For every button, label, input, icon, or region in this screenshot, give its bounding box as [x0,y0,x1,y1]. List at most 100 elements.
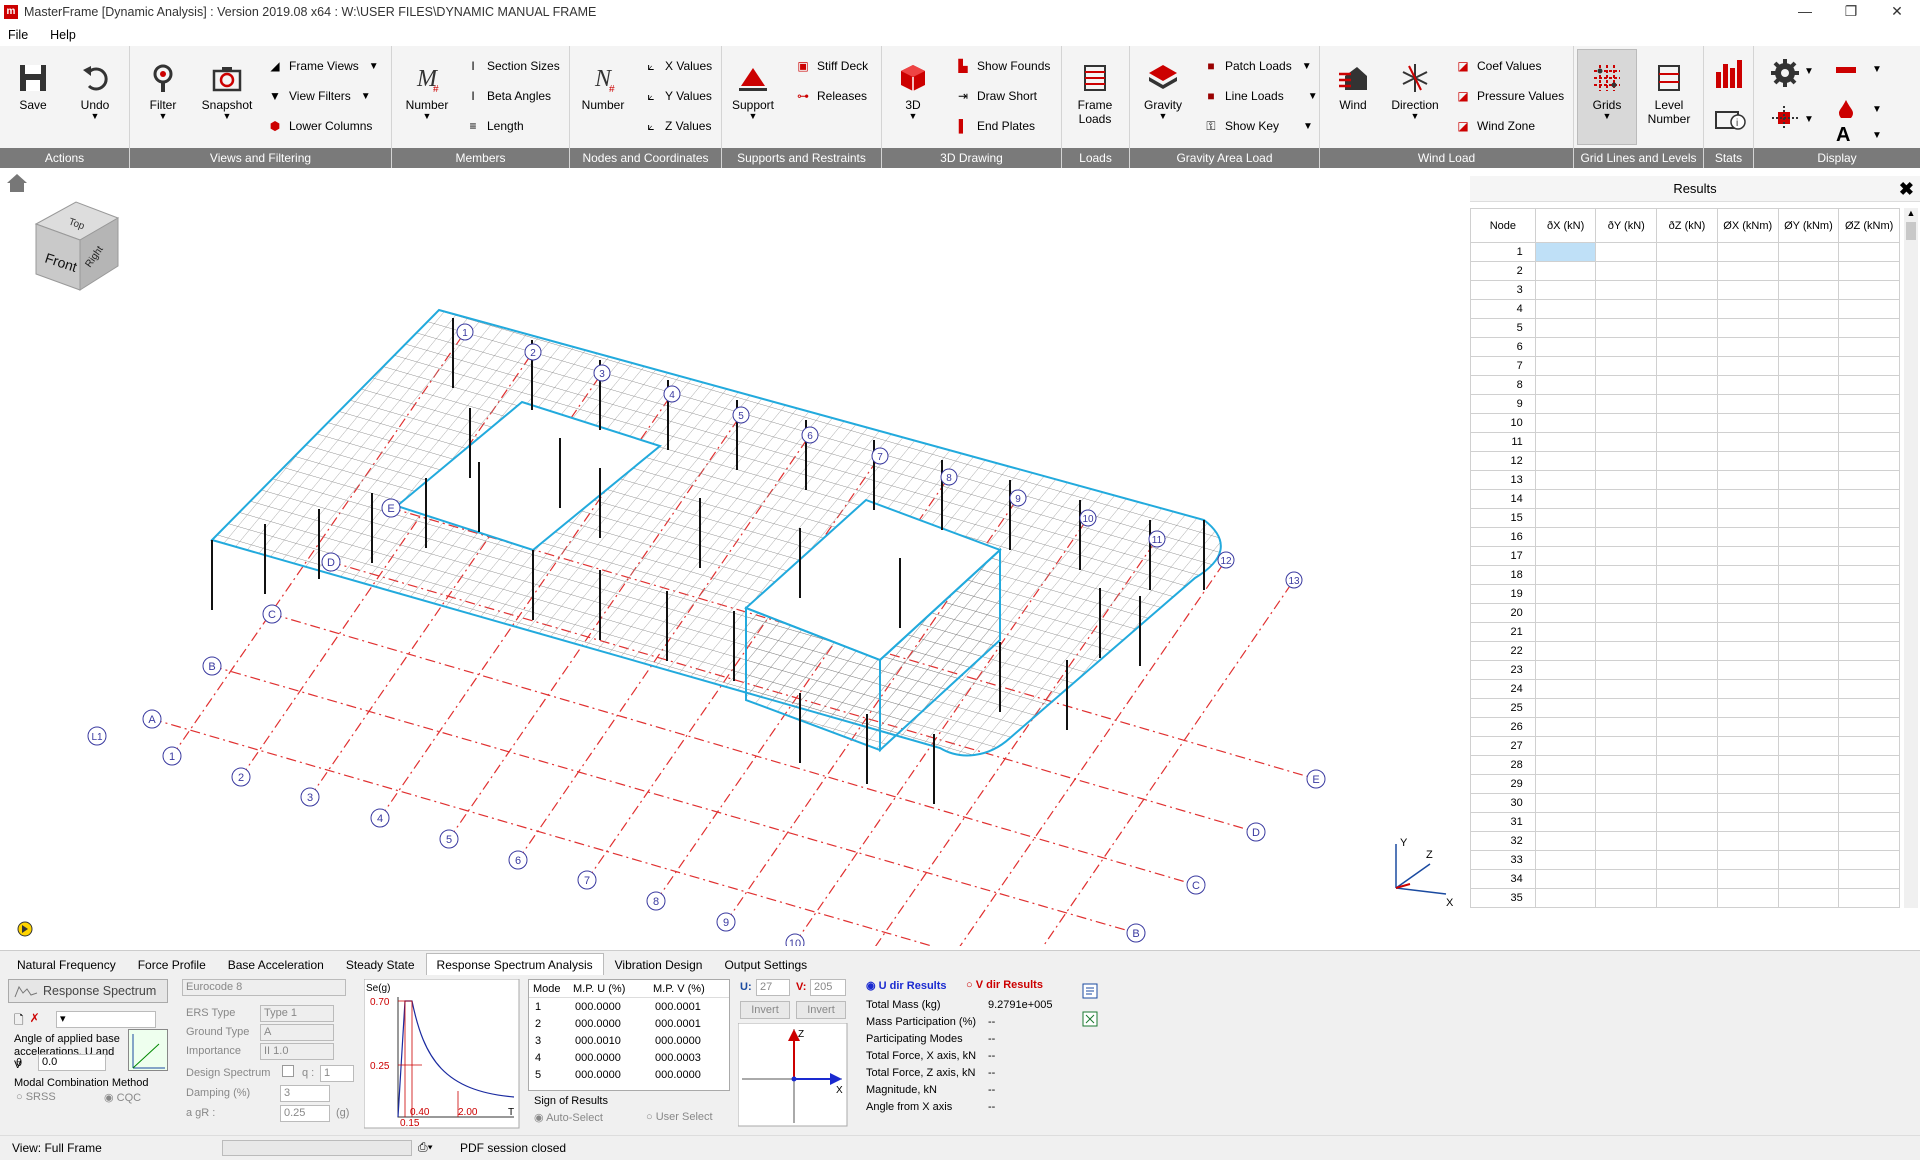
result-cell[interactable] [1595,641,1658,661]
node-id-cell[interactable]: 21 [1470,622,1536,642]
result-cell[interactable] [1838,261,1900,281]
result-cell[interactable] [1777,869,1840,889]
level-number-button[interactable]: Level Number [1640,58,1698,126]
result-cell[interactable] [1595,603,1658,623]
result-cell[interactable] [1838,470,1900,490]
result-cell[interactable] [1838,603,1900,623]
result-cell[interactable] [1595,622,1658,642]
grid-bubble-C-left[interactable]: C [262,604,282,624]
table-row[interactable]: 3 [1470,280,1900,300]
undo-button[interactable]: Undo ▼ [66,58,124,121]
result-cell[interactable] [1534,432,1597,452]
result-cell[interactable] [1656,508,1718,528]
design-spectrum-checkbox[interactable] [282,1065,294,1077]
results-col-header[interactable]: ðZ (kN) [1656,208,1718,243]
result-cell[interactable] [1838,812,1900,832]
result-cell[interactable] [1716,850,1779,870]
grid-bubble-5[interactable]: 5 [439,829,459,849]
result-cell[interactable] [1777,337,1840,357]
result-cell[interactable] [1777,793,1840,813]
result-cell[interactable] [1838,318,1900,338]
result-cell[interactable] [1838,242,1900,262]
result-cell[interactable] [1534,622,1597,642]
table-row[interactable]: 8 [1470,375,1900,395]
table-row[interactable]: 1 000.0000 000.0001 [529,998,729,1015]
node-id-cell[interactable]: 20 [1470,603,1536,623]
grid-bubble-top-1[interactable]: 1 [456,323,474,341]
menu-help[interactable]: Help [50,28,76,42]
result-cell[interactable] [1838,641,1900,661]
node-id-cell[interactable]: 34 [1470,869,1536,889]
result-cell[interactable] [1716,432,1779,452]
grid-bubble-top-11[interactable]: 11 [1148,530,1166,548]
result-cell[interactable] [1777,812,1840,832]
result-cell[interactable] [1656,736,1718,756]
show-key-button[interactable]: ⚿ Show Key ▼ [1202,116,1313,136]
result-cell[interactable] [1838,793,1900,813]
table-row[interactable]: 31 [1470,812,1900,832]
result-cell[interactable] [1656,888,1718,908]
result-cell[interactable] [1534,698,1597,718]
result-cell[interactable] [1656,470,1718,490]
grid-bubble-top-13[interactable]: 13 [1285,571,1303,589]
result-cell[interactable] [1595,261,1658,281]
result-cell[interactable] [1838,831,1900,851]
result-cell[interactable] [1534,679,1597,699]
result-cell[interactable] [1595,489,1658,509]
node-id-cell[interactable]: 2 [1470,261,1536,281]
result-cell[interactable] [1716,584,1779,604]
table-row[interactable]: 16 [1470,527,1900,547]
beta-angles-button[interactable]: I Beta Angles [464,86,551,106]
result-cell[interactable] [1777,489,1840,509]
result-cell[interactable] [1534,755,1597,775]
result-cell[interactable] [1595,831,1658,851]
result-cell[interactable] [1595,318,1658,338]
node-id-cell[interactable]: 12 [1470,451,1536,471]
table-row[interactable]: 34 [1470,869,1900,889]
settings-gear-icon[interactable] [1770,58,1800,91]
line-loads-button[interactable]: ■ Line Loads ▼ [1202,86,1317,106]
result-cell[interactable] [1595,280,1658,300]
result-cell[interactable] [1716,736,1779,756]
importance-select[interactable]: II 1.0 [260,1043,334,1060]
view-filters-button[interactable]: ▼ View Filters ▼ [266,86,371,106]
node-id-cell[interactable]: 13 [1470,470,1536,490]
result-cell[interactable] [1716,565,1779,585]
menu-file[interactable]: File [8,28,28,42]
table-row[interactable]: 3 000.0010 000.0000 [529,1032,729,1049]
spectrum-select[interactable]: ▾ [56,1011,156,1028]
result-cell[interactable] [1656,489,1718,509]
grid-bubble-C-right[interactable]: C [1186,875,1206,895]
result-cell[interactable] [1838,527,1900,547]
result-cell[interactable] [1595,299,1658,319]
pressure-values-button[interactable]: ◪ Pressure Values [1454,86,1564,106]
result-cell[interactable] [1838,622,1900,642]
result-cell[interactable] [1838,584,1900,604]
result-cell[interactable] [1716,888,1779,908]
result-cell[interactable] [1656,356,1718,376]
result-cell[interactable] [1716,508,1779,528]
tab-natural-frequency[interactable]: Natural Frequency [6,953,127,975]
node-id-cell[interactable]: 19 [1470,584,1536,604]
result-cell[interactable] [1595,812,1658,832]
result-cell[interactable] [1595,869,1658,889]
result-cell[interactable] [1716,641,1779,661]
close-icon[interactable]: ✖ [1899,176,1914,202]
node-id-cell[interactable]: 25 [1470,698,1536,718]
tab-steady-state[interactable]: Steady State [335,953,426,975]
result-cell[interactable] [1777,546,1840,566]
3d-button[interactable]: 3D ▼ [884,58,942,121]
result-cell[interactable] [1595,755,1658,775]
result-cell[interactable] [1534,489,1597,509]
frame-views-button[interactable]: ◢ Frame Views ▼ [266,56,378,76]
grid-bubble-B-right[interactable]: B [1126,923,1146,943]
result-cell[interactable] [1716,337,1779,357]
grid-bubble-E-right[interactable]: E [1306,769,1326,789]
result-cell[interactable] [1716,698,1779,718]
result-cell[interactable] [1534,470,1597,490]
node-id-cell[interactable]: 30 [1470,793,1536,813]
result-cell[interactable] [1838,679,1900,699]
result-cell[interactable] [1716,774,1779,794]
save-button[interactable]: Save [4,58,62,112]
grid-bubble-A-left[interactable]: A [142,709,162,729]
